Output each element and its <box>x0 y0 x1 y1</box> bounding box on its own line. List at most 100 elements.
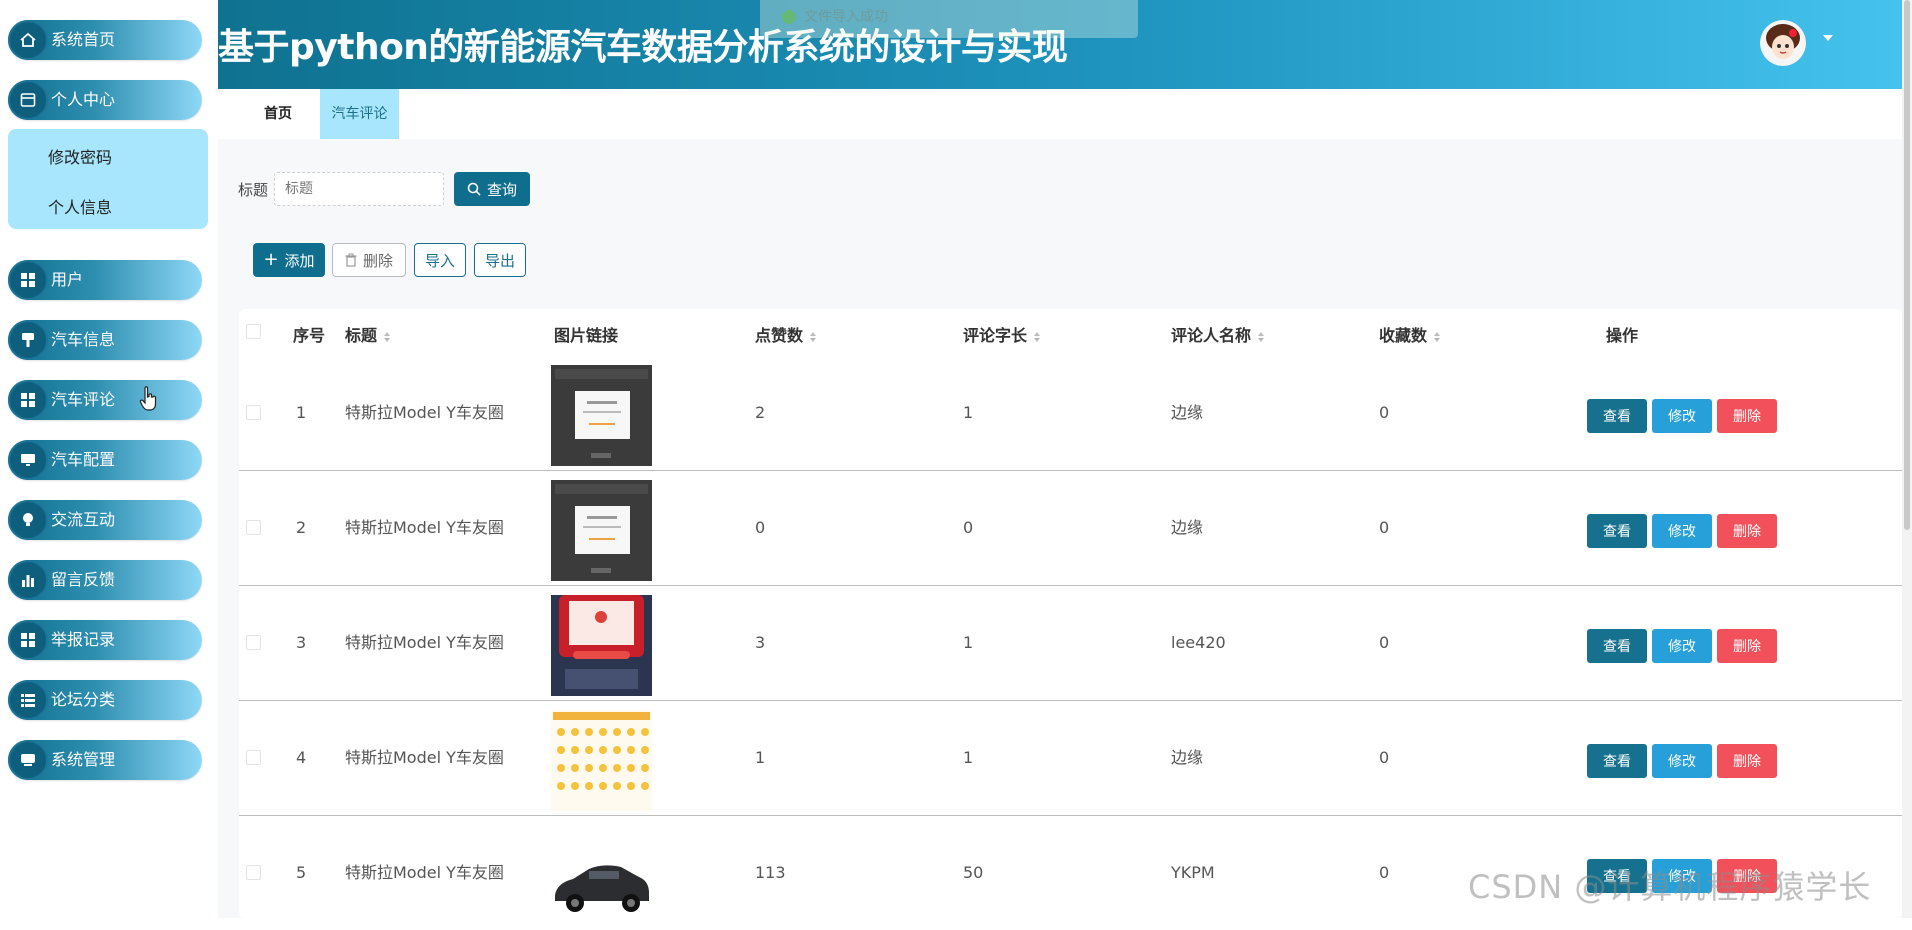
sidebar-item-label: 汽车信息 <box>51 330 116 349</box>
column-header-likes[interactable]: 点赞数 <box>755 322 817 346</box>
chevron-down-icon[interactable] <box>1822 34 1834 42</box>
bar-chart-icon <box>8 560 48 600</box>
search-input[interactable] <box>274 172 444 206</box>
column-header-label: 点赞数 <box>755 326 804 345</box>
column-header-favorites[interactable]: 收藏数 <box>1379 322 1441 346</box>
thumbnail-emoji-grid[interactable] <box>551 710 652 811</box>
sidebar-item-home[interactable]: 系统首页 <box>8 20 202 60</box>
sidebar-item-label: 个人中心 <box>51 90 116 109</box>
cell-index: 4 <box>296 748 307 767</box>
grid-icon <box>8 620 48 660</box>
add-button[interactable]: + 添加 <box>253 243 325 277</box>
row-checkbox[interactable] <box>246 635 261 650</box>
sidebar-item-users[interactable]: 用户 <box>8 260 202 300</box>
main-content: 标题 查询 + 添加 删除 导入 导出 序号 标题 图片链接 点赞数 评论字长 … <box>218 139 1902 926</box>
delete-button[interactable]: 删除 <box>1717 744 1777 778</box>
search-button[interactable]: 查询 <box>454 172 530 206</box>
cell-likes: 3 <box>755 633 766 652</box>
sidebar-item-forum-category[interactable]: 论坛分类 <box>8 680 202 720</box>
success-check-icon <box>782 10 796 24</box>
cell-likes: 1 <box>755 748 766 767</box>
thumbnail-red-poster[interactable] <box>551 595 652 696</box>
tab-car-comments[interactable]: 汽车评论 <box>320 89 399 139</box>
thumbnail-car-photo[interactable] <box>551 825 652 926</box>
tab-home[interactable]: 首页 <box>264 89 292 139</box>
sidebar-item-interaction[interactable]: 交流互动 <box>8 500 202 540</box>
home-icon <box>8 20 48 60</box>
brush-icon <box>8 320 48 360</box>
cell-length: 1 <box>963 748 974 767</box>
grid-icon <box>8 380 48 420</box>
thumbnail-dark-dialog[interactable] <box>551 480 652 581</box>
sort-icon <box>384 331 391 342</box>
batch-delete-button[interactable]: 删除 <box>332 243 406 277</box>
row-checkbox[interactable] <box>246 750 261 765</box>
edit-button[interactable]: 修改 <box>1652 744 1712 778</box>
submenu-item-personal-info[interactable]: 个人信息 <box>48 194 112 218</box>
page-scrollbar[interactable] <box>1902 0 1912 918</box>
select-all-checkbox[interactable] <box>246 324 261 339</box>
row-checkbox[interactable] <box>246 405 261 420</box>
scrollbar-thumb[interactable] <box>1904 0 1910 530</box>
cell-author: 边缘 <box>1171 518 1204 537</box>
sort-icon <box>1034 331 1041 342</box>
table-row: 4 特斯拉Model Y车友圈 1 1 边缘 0 查看 修改 删除 <box>239 700 1902 816</box>
sidebar-item-label: 论坛分类 <box>51 690 116 709</box>
column-header-index: 序号 <box>293 326 326 345</box>
sidebar-item-reports[interactable]: 举报记录 <box>8 620 202 660</box>
sidebar-item-feedback[interactable]: 留言反馈 <box>8 560 202 600</box>
sort-icon <box>1434 331 1441 342</box>
delete-button[interactable]: 删除 <box>1717 514 1777 548</box>
edit-button[interactable]: 修改 <box>1652 629 1712 663</box>
monitor-icon <box>8 440 48 480</box>
column-header-actions: 操作 <box>1606 326 1639 345</box>
view-button[interactable]: 查看 <box>1587 629 1647 663</box>
top-header: 基于python的新能源汽车数据分析系统的设计与实现 文件导入成功 <box>218 0 1902 89</box>
cell-length: 1 <box>963 403 974 422</box>
export-button[interactable]: 导出 <box>474 243 526 277</box>
cell-index: 1 <box>296 403 307 422</box>
view-button[interactable]: 查看 <box>1587 744 1647 778</box>
cell-favorites: 0 <box>1379 748 1390 767</box>
sidebar-item-car-comments[interactable]: 汽车评论 <box>8 380 202 420</box>
sidebar-item-car-info[interactable]: 汽车信息 <box>8 320 202 360</box>
edit-button[interactable]: 修改 <box>1652 399 1712 433</box>
delete-button[interactable]: 删除 <box>1717 399 1777 433</box>
thumbnail-dark-dialog[interactable] <box>551 365 652 466</box>
cell-title: 特斯拉Model Y车友圈 <box>345 403 504 422</box>
chat-icon <box>8 740 48 780</box>
toast-notification: 文件导入成功 <box>760 0 1138 38</box>
cell-length: 0 <box>963 518 974 537</box>
search-icon <box>467 182 481 196</box>
cell-author: lee420 <box>1171 633 1226 652</box>
delete-button[interactable]: 删除 <box>1717 629 1777 663</box>
sidebar-item-system-admin[interactable]: 系统管理 <box>8 740 202 780</box>
table-row: 1 特斯拉Model Y车友圈 2 1 边缘 0 查看 修改 删除 <box>239 355 1902 471</box>
view-button[interactable]: 查看 <box>1587 399 1647 433</box>
row-checkbox[interactable] <box>246 865 261 880</box>
avatar[interactable] <box>1760 20 1806 66</box>
sidebar-item-label: 交流互动 <box>51 510 116 529</box>
cell-index: 2 <box>296 518 307 537</box>
cell-title: 特斯拉Model Y车友圈 <box>345 518 504 537</box>
view-button[interactable]: 查看 <box>1587 514 1647 548</box>
edit-button[interactable]: 修改 <box>1652 514 1712 548</box>
cell-favorites: 0 <box>1379 633 1390 652</box>
sidebar-item-personal-center[interactable]: 个人中心 <box>8 80 202 120</box>
cell-favorites: 0 <box>1379 863 1390 882</box>
row-checkbox[interactable] <box>246 520 261 535</box>
column-header-length[interactable]: 评论字长 <box>963 322 1041 346</box>
column-header-label: 评论字长 <box>963 326 1028 345</box>
sidebar-item-label: 用户 <box>51 270 84 289</box>
column-header-label: 收藏数 <box>1379 326 1428 345</box>
sidebar-item-car-config[interactable]: 汽车配置 <box>8 440 202 480</box>
cell-likes: 113 <box>755 863 786 882</box>
sidebar-item-label: 系统管理 <box>51 750 116 769</box>
add-button-label: 添加 <box>284 251 315 270</box>
column-header-title[interactable]: 标题 <box>345 322 391 346</box>
column-header-label: 评论人名称 <box>1171 326 1252 345</box>
search-label: 标题 <box>238 181 269 199</box>
import-button[interactable]: 导入 <box>414 243 466 277</box>
column-header-author[interactable]: 评论人名称 <box>1171 322 1265 346</box>
submenu-item-change-password[interactable]: 修改密码 <box>48 144 112 168</box>
